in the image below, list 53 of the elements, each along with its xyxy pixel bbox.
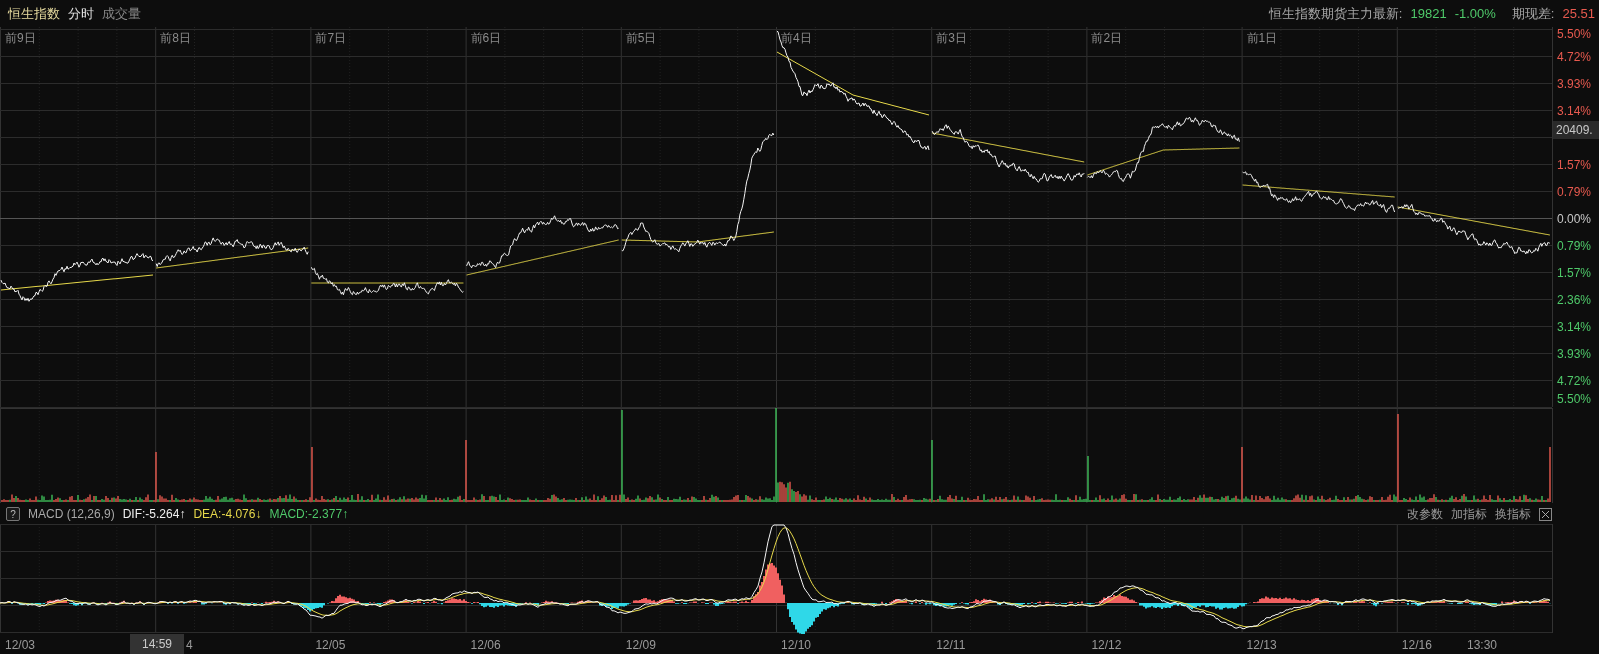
date-label: 12/03 — [5, 638, 36, 652]
help-button[interactable]: ? — [6, 507, 20, 521]
axis-label: 4.72% — [1557, 50, 1592, 64]
axis-label: 1.57% — [1557, 158, 1592, 172]
day-label: 前1日 — [1246, 31, 1278, 45]
close-icon[interactable] — [1539, 507, 1552, 521]
indicator-value: DIF:-5.264↑ — [122, 507, 186, 521]
indicator-button[interactable]: 加指标 — [1451, 505, 1487, 523]
axis-label: 4.72% — [1557, 374, 1592, 388]
axis-label: 3.14% — [1557, 104, 1592, 118]
spread-value: 25.51 — [1562, 6, 1595, 21]
price-tag: 20409. — [1553, 121, 1599, 139]
indicator-title: MACD (12,26,9) — [28, 507, 115, 521]
axis-label: 1.57% — [1557, 266, 1592, 280]
date-label: 12/05 — [315, 638, 346, 652]
date-label: 12/13 — [1246, 638, 1277, 652]
day-label: 前5日 — [625, 31, 657, 45]
indicator-value: DEA:-4.076↓ — [193, 507, 262, 521]
axis-label: 3.93% — [1557, 347, 1592, 361]
cursor-time: 14:59 — [130, 634, 184, 654]
day-label: 前7日 — [315, 31, 347, 45]
date-label: 12/11 — [936, 638, 966, 652]
indicator-button[interactable]: 改参数 — [1407, 505, 1443, 523]
day-label: 前3日 — [936, 31, 967, 45]
date-label: 4 — [186, 638, 193, 652]
spread-label: 期现差: — [1511, 4, 1555, 23]
axis-label: 0.79% — [1557, 239, 1592, 253]
date-label: 13:30 — [1467, 638, 1498, 652]
day-label: 前9日 — [5, 31, 36, 45]
futures-change: -1.00% — [1454, 6, 1496, 21]
axis-label: 3.93% — [1557, 77, 1592, 91]
day-label: 前6日 — [470, 31, 502, 45]
day-label: 前8日 — [160, 31, 191, 45]
date-label: 12/12 — [1091, 638, 1122, 652]
axis-label: 0.79% — [1557, 185, 1592, 199]
date-label: 12/16 — [1401, 638, 1432, 652]
indicator-button[interactable]: 换指标 — [1495, 505, 1531, 523]
axis-label: 3.14% — [1557, 320, 1592, 334]
axis-label: 5.50% — [1557, 27, 1592, 41]
index-title: 恒生指数 — [8, 4, 60, 23]
date-label: 12/10 — [781, 638, 812, 652]
futures-label: 恒生指数期货主力最新: — [1268, 4, 1403, 23]
futures-price: 19821 — [1410, 6, 1447, 21]
axis-label: 5.50% — [1557, 392, 1592, 406]
chart-tab[interactable]: 分时 — [68, 4, 94, 23]
date-label: 12/06 — [470, 638, 501, 652]
chart-tab[interactable]: 成交量 — [102, 4, 141, 23]
day-label: 前4日 — [781, 31, 812, 45]
indicator-value: MACD:-2.377↑ — [269, 507, 349, 521]
date-label: 12/09 — [625, 638, 656, 652]
axis-label: 2.36% — [1557, 293, 1592, 307]
day-label: 前2日 — [1091, 31, 1123, 45]
axis-label: 0.00% — [1557, 212, 1592, 226]
